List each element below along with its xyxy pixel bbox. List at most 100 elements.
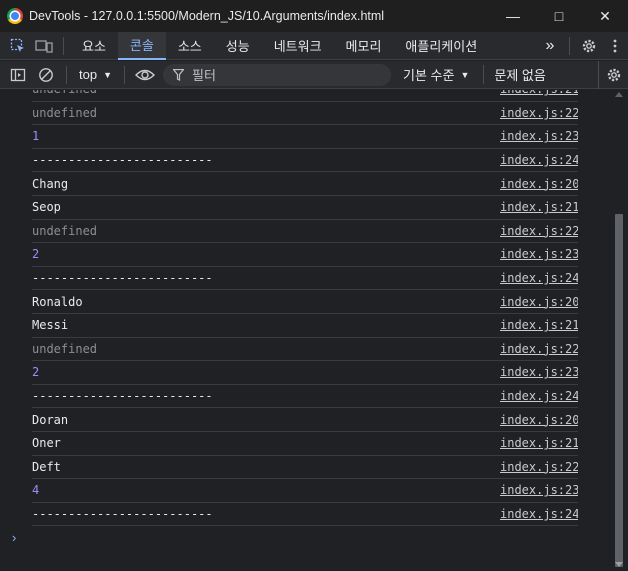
context-selector-label: top xyxy=(79,67,98,82)
log-levels-label: 기본 수준 xyxy=(403,68,455,83)
tab-sources[interactable]: 소스 xyxy=(166,32,214,60)
divider xyxy=(124,65,125,84)
chevron-down-icon: ▼ xyxy=(103,69,112,80)
source-link[interactable]: index.js:24 xyxy=(500,153,578,167)
console-message-row: 2 index.js:23 xyxy=(32,243,578,267)
source-link[interactable]: index.js:20 xyxy=(500,413,578,427)
source-link[interactable]: index.js:24 xyxy=(500,389,578,403)
console-message-text: Messi xyxy=(32,318,69,333)
sidebar-toggle-icon[interactable] xyxy=(4,61,32,89)
source-link[interactable]: index.js:23 xyxy=(500,247,578,261)
window-title: DevTools - 127.0.0.1:5500/Modern_JS/10.A… xyxy=(29,9,385,23)
close-button[interactable]: ✕ xyxy=(582,0,628,32)
console-scrollbar[interactable] xyxy=(613,90,625,571)
console-message-text: Doran xyxy=(32,412,69,427)
source-link[interactable]: index.js:23 xyxy=(500,129,578,143)
console-message-text: Chang xyxy=(32,176,69,191)
console-message-row: 4 index.js:23 xyxy=(32,479,578,503)
minimize-button[interactable]: — xyxy=(490,0,536,32)
console-message-row: Ronaldo index.js:20 xyxy=(32,290,578,314)
console-message-text: undefined xyxy=(32,105,98,120)
source-link[interactable]: index.js:24 xyxy=(500,507,578,521)
tab-memory[interactable]: 메모리 xyxy=(334,32,394,60)
window-controls: — □ ✕ xyxy=(490,0,628,32)
console-message-row: undefined index.js:22 xyxy=(32,338,578,362)
console-message-text: undefined xyxy=(32,341,98,356)
live-expression-eye-icon[interactable] xyxy=(131,61,159,89)
tab-network[interactable]: 네트워크 xyxy=(262,32,334,60)
console-message-row: ------------------------- index.js:24 xyxy=(32,149,578,173)
clear-console-icon[interactable] xyxy=(32,61,60,89)
console-message-row: ------------------------- index.js:24 xyxy=(32,267,578,291)
source-link[interactable]: index.js:23 xyxy=(500,483,578,497)
divider xyxy=(66,65,67,84)
tab-console[interactable]: 콘솔 xyxy=(117,31,166,60)
source-link[interactable]: index.js:21 xyxy=(500,200,578,214)
source-link[interactable]: index.js:21 xyxy=(500,436,578,450)
console-message-text: Seop xyxy=(32,200,61,215)
panel-tabs: 요소 콘솔 소스 성능 네트워크 메모리 애플리케이션 xyxy=(70,31,489,60)
source-link[interactable]: index.js:21 xyxy=(500,318,578,332)
chevron-down-icon: ▼ xyxy=(460,69,470,80)
source-link[interactable]: index.js:22 xyxy=(500,106,578,120)
console-settings-gear-icon[interactable] xyxy=(598,61,628,89)
maximize-button[interactable]: □ xyxy=(536,0,582,32)
console-message-row: Doran index.js:20 xyxy=(32,408,578,432)
device-toolbar-icon[interactable] xyxy=(31,32,57,60)
divider xyxy=(569,37,570,55)
source-link[interactable]: index.js:24 xyxy=(500,271,578,285)
tab-performance[interactable]: 성능 xyxy=(214,32,262,60)
tabbar-right: » xyxy=(537,32,628,60)
scroll-up-arrow-icon[interactable] xyxy=(615,92,623,97)
console-message-text: ------------------------- xyxy=(32,153,213,168)
console-message-row: ------------------------- index.js:24 xyxy=(32,385,578,409)
console-message-text: Ronaldo xyxy=(32,294,83,309)
source-link[interactable]: index.js:22 xyxy=(500,460,578,474)
console-prompt-icon[interactable]: › xyxy=(12,530,16,545)
source-link[interactable]: index.js:20 xyxy=(500,177,578,191)
chrome-logo-icon xyxy=(7,8,23,24)
title-bar: DevTools - 127.0.0.1:5500/Modern_JS/10.A… xyxy=(0,0,628,32)
source-link[interactable]: index.js:22 xyxy=(500,224,578,238)
log-levels-dropdown[interactable]: 기본 수준 ▼ xyxy=(403,65,469,84)
source-link[interactable]: index.js:21 xyxy=(500,90,578,96)
console-toolbar: top ▼ 필터 기본 수준 ▼ 문제 없음 xyxy=(0,61,628,89)
context-selector[interactable]: top ▼ xyxy=(73,64,118,86)
console-message-text: Oner xyxy=(32,436,61,451)
console-message-row: 1 index.js:23 xyxy=(32,125,578,149)
source-link[interactable]: index.js:20 xyxy=(500,295,578,309)
tab-application[interactable]: 애플리케이션 xyxy=(393,32,489,60)
scrollbar-thumb[interactable] xyxy=(615,214,623,567)
filter-input[interactable]: 필터 xyxy=(163,63,391,86)
source-link[interactable]: index.js:23 xyxy=(500,365,578,379)
console-message-text: 2 xyxy=(32,365,40,380)
console-message-row: undefined index.js:22 xyxy=(32,102,578,126)
console-message-text: 4 xyxy=(32,483,40,498)
console-message-row: Messi index.js:21 xyxy=(32,314,578,338)
source-link[interactable]: index.js:22 xyxy=(500,342,578,356)
settings-gear-icon[interactable] xyxy=(576,32,602,60)
console-message-row: undefined index.js:22 xyxy=(32,220,578,244)
more-tabs-icon[interactable]: » xyxy=(537,32,563,60)
devtools-tab-bar: 요소 콘솔 소스 성능 네트워크 메모리 애플리케이션 » xyxy=(0,31,628,60)
console-message-row: undefined index.js:21 xyxy=(32,90,578,102)
divider xyxy=(63,36,64,55)
console-message-row: ------------------------- index.js:24 xyxy=(32,503,578,527)
console-message-text: 1 xyxy=(32,129,40,144)
console-message-text: Deft xyxy=(32,459,61,474)
console-message-text: undefined xyxy=(32,90,97,96)
console-message-text: ------------------------- xyxy=(32,389,213,404)
kebab-menu-icon[interactable] xyxy=(602,32,628,60)
console-message-row: 2 index.js:23 xyxy=(32,361,578,385)
tab-elements[interactable]: 요소 xyxy=(70,32,118,60)
scroll-down-arrow-icon[interactable] xyxy=(615,562,623,567)
filter-funnel-icon xyxy=(173,68,184,81)
filter-placeholder: 필터 xyxy=(192,68,216,83)
console-message-row: Oner index.js:21 xyxy=(32,432,578,456)
console-message-text: ------------------------- xyxy=(32,506,213,521)
console-message-text: undefined xyxy=(32,223,98,238)
console-output: undefined index.js:21 undefined index.js:22… xyxy=(0,90,628,571)
console-message-list: undefined index.js:21 undefined index.js:22… xyxy=(32,90,578,527)
inspect-element-icon[interactable] xyxy=(5,32,31,60)
issues-counter[interactable]: 문제 없음 xyxy=(483,65,546,84)
